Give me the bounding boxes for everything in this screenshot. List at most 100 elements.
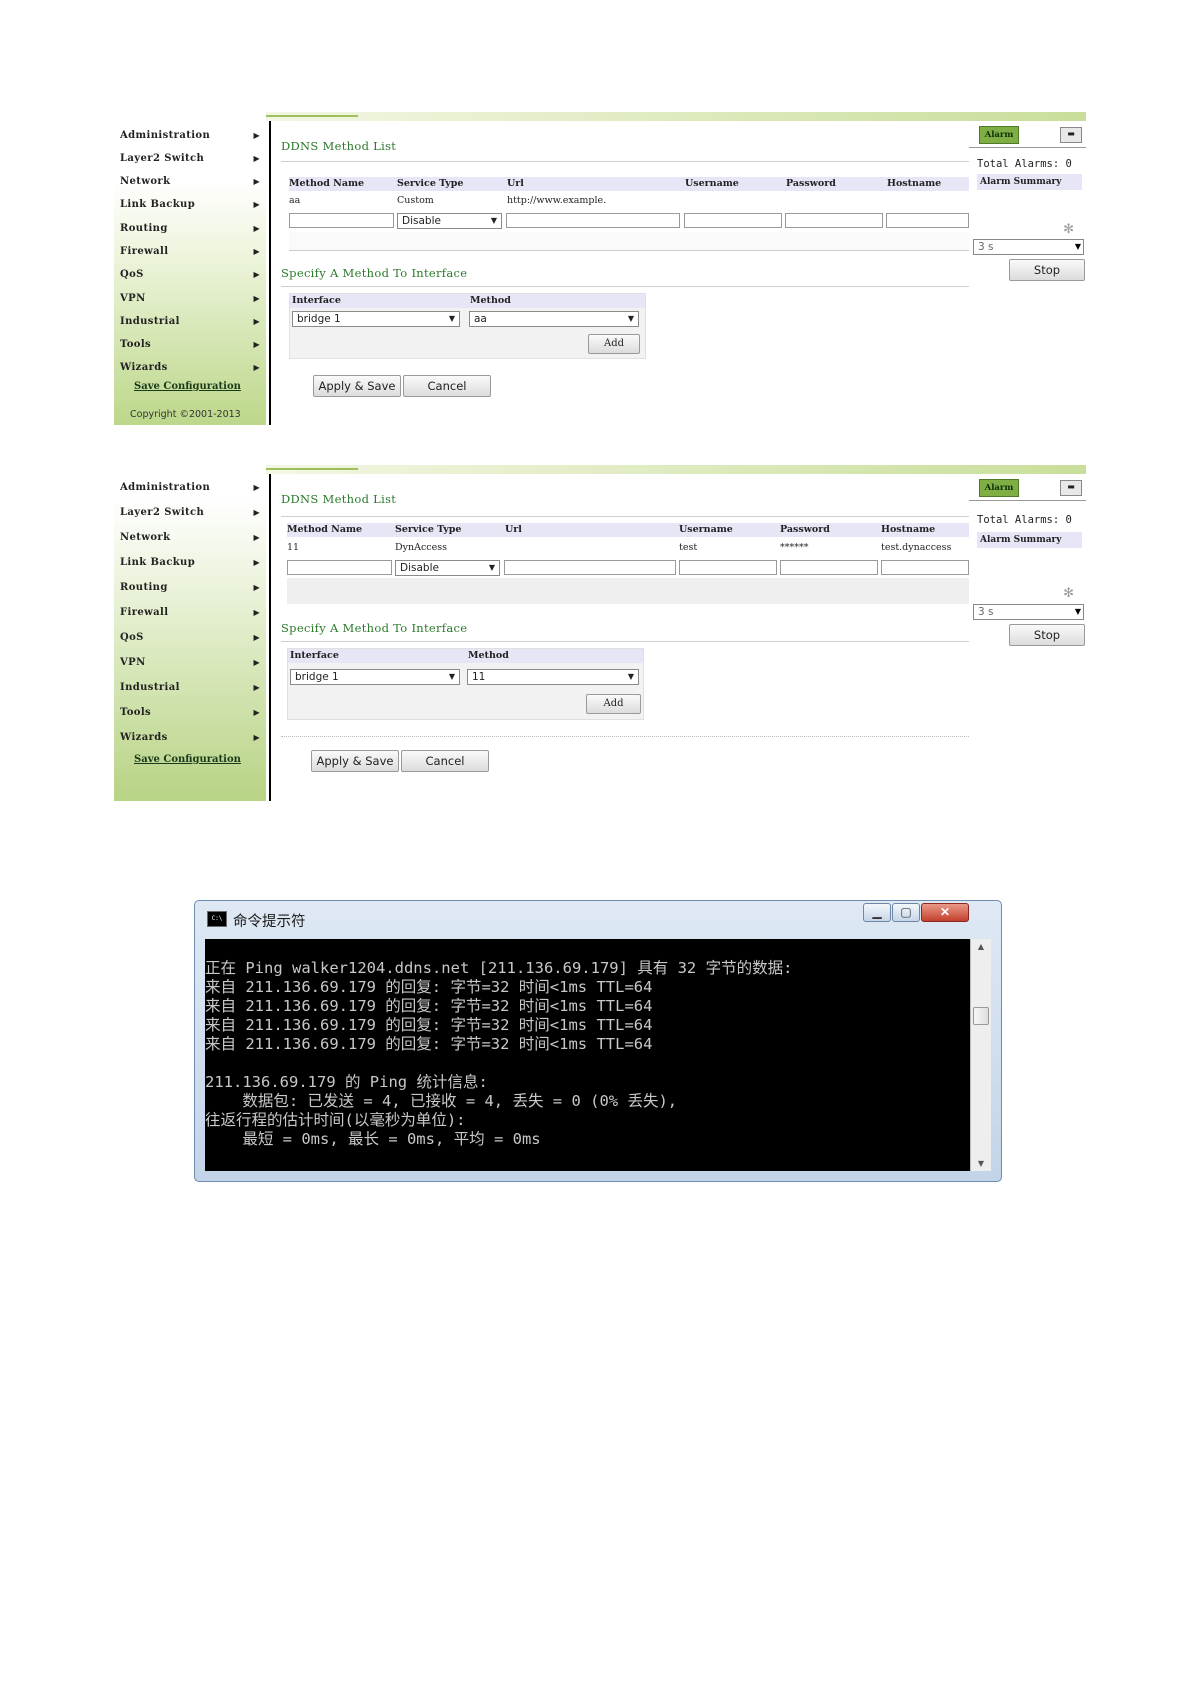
- chevron-down-icon: ▼: [1074, 242, 1081, 251]
- console-output[interactable]: 正在 Ping walker1204.ddns.net [211.136.69.…: [205, 939, 971, 1171]
- console-line: 来自 211.136.69.179 的回复: 字节=32 时间<1ms TTL=…: [205, 1035, 653, 1053]
- sidebar-item-wizards[interactable]: Wizards ▶: [120, 732, 260, 743]
- method-select[interactable]: 11 ▼: [467, 669, 639, 685]
- sidebar-item-qos[interactable]: QoS ▶: [120, 632, 260, 643]
- scroll-up-icon[interactable]: ▲: [971, 942, 991, 951]
- scroll-down-icon[interactable]: ▼: [971, 1159, 991, 1168]
- add-button[interactable]: Add: [588, 334, 640, 354]
- sidebar-item-network[interactable]: Network ▶: [120, 532, 260, 543]
- chevron-right-icon: ▶: [253, 269, 260, 279]
- col-url: Url: [505, 524, 522, 535]
- sidebar-item-qos[interactable]: QoS ▶: [120, 269, 260, 280]
- ddns-panel-1: Administration ▶ Layer2 Switch ▶ Network ▶ …: [114, 112, 1086, 425]
- sidebar-item-layer2-switch[interactable]: Layer2 Switch ▶: [120, 507, 260, 518]
- chevron-down-icon: ▼: [448, 672, 455, 681]
- stop-button[interactable]: Stop: [1009, 259, 1085, 281]
- interface-select[interactable]: bridge 1 ▼: [290, 669, 460, 685]
- cancel-button[interactable]: Cancel: [403, 375, 491, 397]
- window-titlebar[interactable]: C:\ 命令提示符: [207, 904, 851, 934]
- refresh-interval-select[interactable]: 3 s ▼: [973, 239, 1084, 255]
- vertical-scrollbar[interactable]: ▲ ▼: [970, 939, 991, 1171]
- sidebar-item-tools[interactable]: Tools ▶: [120, 707, 260, 718]
- sidebar-item-link-backup[interactable]: Link Backup ▶: [120, 557, 260, 568]
- chevron-down-icon: ▼: [448, 314, 455, 323]
- sidebar-item-network[interactable]: Network ▶: [120, 176, 260, 187]
- sidebar-item-link-backup[interactable]: Link Backup ▶: [120, 199, 260, 210]
- minimize-icon[interactable]: ▁: [863, 903, 891, 922]
- top-tabs[interactable]: [266, 112, 358, 117]
- interface-assign-box: Interface Method bridge 1 ▼ 11 ▼ Add: [287, 648, 644, 720]
- chevron-right-icon: ▶: [253, 153, 260, 163]
- scrollbar-thumb[interactable]: [973, 1007, 989, 1025]
- col-url: Url: [507, 178, 524, 189]
- sidebar-item-vpn[interactable]: VPN ▶: [120, 293, 260, 304]
- col-method-name: Method Name: [289, 178, 365, 189]
- sidebar-item-wizards[interactable]: Wizards ▶: [120, 362, 260, 373]
- interface-select[interactable]: bridge 1 ▼: [292, 311, 460, 327]
- top-strip: [266, 465, 1086, 474]
- cancel-button[interactable]: Cancel: [401, 750, 489, 772]
- method-select[interactable]: aa ▼: [469, 311, 639, 327]
- sidebar-item-tools[interactable]: Tools ▶: [120, 339, 260, 350]
- sidebar-item-routing[interactable]: Routing ▶: [120, 223, 260, 234]
- cmd-icon: C:\: [207, 911, 227, 927]
- chevron-right-icon: ▶: [253, 632, 260, 642]
- total-alarms: Total Alarms: 0: [977, 514, 1072, 526]
- save-configuration-link[interactable]: Save Configuration: [134, 381, 241, 392]
- new-method-name-input[interactable]: [287, 560, 392, 575]
- console-line: 来自 211.136.69.179 的回复: 字节=32 时间<1ms TTL=…: [205, 1016, 653, 1034]
- col-hostname: Hostname: [887, 178, 942, 189]
- alarm-tab[interactable]: Alarm: [979, 479, 1019, 497]
- new-username-input[interactable]: [679, 560, 777, 575]
- chevron-down-icon: ▼: [488, 563, 495, 572]
- top-tabs[interactable]: [266, 465, 358, 470]
- command-prompt-window[interactable]: C:\ 命令提示符 ▁ ▢ ✕ 正在 Ping walker1204.ddns.…: [194, 900, 1002, 1182]
- chevron-right-icon: ▶: [253, 223, 260, 233]
- sidebar-item-industrial[interactable]: Industrial ▶: [120, 682, 260, 693]
- chevron-down-icon: ▼: [490, 216, 497, 225]
- copyright: Copyright ©2001-2013: [130, 409, 241, 420]
- minimize-icon[interactable]: ▬: [1060, 127, 1082, 143]
- sidebar-item-firewall[interactable]: Firewall ▶: [120, 246, 260, 257]
- sidebar-item-firewall[interactable]: Firewall ▶: [120, 607, 260, 618]
- new-url-input[interactable]: [504, 560, 676, 575]
- alarm-tab[interactable]: Alarm: [979, 126, 1019, 144]
- close-icon[interactable]: ✕: [921, 903, 969, 922]
- sidebar-item-administration[interactable]: Administration ▶: [120, 482, 260, 493]
- maximize-icon[interactable]: ▢: [892, 903, 920, 922]
- new-username-input[interactable]: [684, 213, 782, 228]
- total-alarms: Total Alarms: 0: [977, 158, 1072, 170]
- new-method-name-input[interactable]: [289, 213, 394, 228]
- chevron-right-icon: ▶: [253, 582, 260, 592]
- interface-table-header: Interface Method: [288, 649, 643, 663]
- divider: [281, 641, 969, 642]
- sidebar-item-administration[interactable]: Administration ▶: [120, 130, 260, 141]
- sidebar-item-vpn[interactable]: VPN ▶: [120, 657, 260, 668]
- apply-save-button[interactable]: Apply & Save: [313, 375, 401, 397]
- sidebar-item-industrial[interactable]: Industrial ▶: [120, 316, 260, 327]
- alarm-summary[interactable]: Alarm Summary: [977, 174, 1082, 190]
- stop-button[interactable]: Stop: [1009, 624, 1085, 646]
- refresh-interval-select[interactable]: 3 s ▼: [973, 604, 1084, 620]
- new-url-input[interactable]: [506, 213, 680, 228]
- new-hostname-input[interactable]: [881, 560, 969, 575]
- save-configuration-link[interactable]: Save Configuration: [134, 754, 241, 765]
- new-hostname-input[interactable]: [886, 213, 969, 228]
- minimize-icon[interactable]: ▬: [1060, 480, 1082, 496]
- sidebar-item-layer2-switch[interactable]: Layer2 Switch ▶: [120, 153, 260, 164]
- chevron-right-icon: ▶: [253, 732, 260, 742]
- new-service-type-select[interactable]: Disable ▼: [397, 213, 502, 229]
- add-button[interactable]: Add: [586, 694, 641, 714]
- cell-url: http://www.example.: [507, 195, 607, 206]
- new-password-input[interactable]: [785, 213, 883, 228]
- new-service-type-select[interactable]: Disable ▼: [395, 560, 500, 576]
- alarm-panel: Alarm ▬ Total Alarms: 0 Alarm Summary ✻ …: [969, 474, 1086, 801]
- new-password-input[interactable]: [780, 560, 878, 575]
- chevron-right-icon: ▶: [253, 339, 260, 349]
- cell-hostname: test.dynaccess: [881, 542, 952, 553]
- chevron-right-icon: ▶: [253, 293, 260, 303]
- sidebar-item-routing[interactable]: Routing ▶: [120, 582, 260, 593]
- apply-save-button[interactable]: Apply & Save: [311, 750, 399, 772]
- alarm-summary[interactable]: Alarm Summary: [977, 532, 1082, 548]
- chevron-right-icon: ▶: [253, 316, 260, 326]
